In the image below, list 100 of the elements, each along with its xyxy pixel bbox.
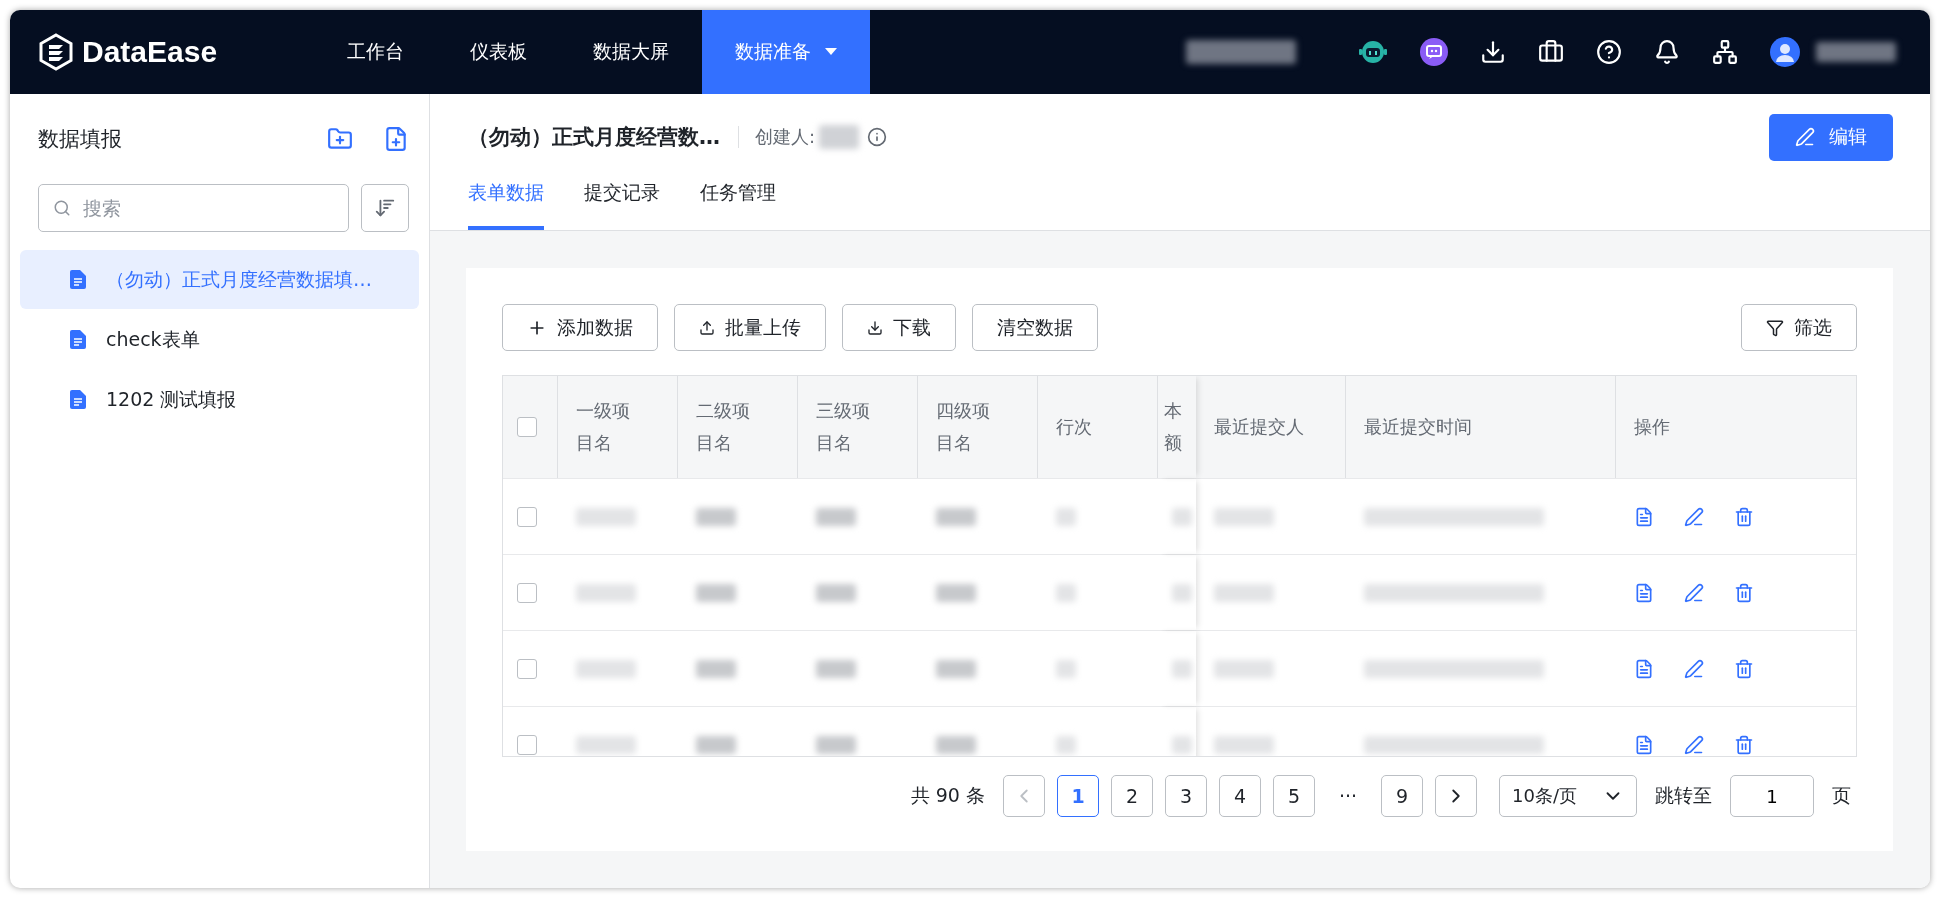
nav-item[interactable]: 数据大屏 (560, 10, 702, 94)
chat-icon[interactable] (1420, 38, 1448, 66)
delete-icon[interactable] (1734, 506, 1754, 527)
robot-icon[interactable] (1358, 39, 1388, 65)
toolbar-button[interactable]: 批量上传 (674, 304, 826, 351)
delete-icon[interactable] (1734, 582, 1754, 603)
filter-icon (1766, 318, 1784, 337)
redacted-text (576, 735, 636, 754)
redacted-text (936, 583, 976, 602)
creator-label: 创建人: (755, 125, 816, 149)
redacted-text (1056, 583, 1076, 602)
nav-item[interactable]: 工作台 (314, 10, 437, 94)
nav-item[interactable]: 仪表板 (437, 10, 560, 94)
checkbox[interactable] (517, 734, 537, 755)
jump-label: 跳转至 (1655, 783, 1712, 808)
network-icon[interactable] (1712, 39, 1738, 65)
redacted-text (576, 507, 636, 526)
avatar-icon[interactable] (1770, 37, 1800, 67)
tab[interactable]: 提交记录 (584, 180, 660, 230)
column-header: 最近提交时间 (1364, 415, 1472, 439)
sidebar-item[interactable]: check表单 (20, 310, 419, 369)
bell-icon[interactable] (1654, 39, 1680, 65)
form-title: （勿动）正式月度经营数… (468, 124, 720, 151)
checkbox[interactable] (517, 506, 537, 527)
redacted-text (819, 125, 860, 149)
page-button[interactable]: 5 (1273, 775, 1315, 817)
pencil-icon (1795, 127, 1815, 147)
page-button[interactable]: 4 (1219, 775, 1261, 817)
column-header: 行次 (1056, 415, 1092, 439)
page-button[interactable]: 9 (1381, 775, 1423, 817)
column-header: 四级项 目名 (936, 399, 990, 455)
edit-icon[interactable] (1684, 582, 1704, 603)
redacted-text (1172, 583, 1192, 602)
sort-icon (374, 197, 396, 219)
redacted-text (576, 583, 636, 602)
document-icon (70, 270, 86, 289)
column-header: 本 额 (1164, 399, 1182, 455)
redacted-text (816, 583, 856, 602)
tab[interactable]: 表单数据 (468, 180, 544, 230)
edit-button[interactable]: 编辑 (1769, 113, 1893, 161)
redacted-text (936, 507, 976, 526)
total-count: 共 90 条 (910, 783, 985, 808)
redacted-text (1214, 507, 1274, 526)
search-input[interactable]: 搜索 (81, 196, 334, 220)
redacted-text (696, 507, 736, 526)
sidebar-item[interactable]: 1202 测试填报 (20, 370, 419, 429)
edit-icon[interactable] (1684, 506, 1704, 527)
redacted-text (1172, 735, 1192, 754)
page-button[interactable]: 2 (1111, 775, 1153, 817)
info-icon[interactable] (867, 127, 888, 147)
redacted-text (816, 507, 856, 526)
download-icon[interactable] (1480, 39, 1506, 65)
folder-plus-icon[interactable] (327, 126, 353, 152)
briefcase-icon[interactable] (1538, 39, 1564, 65)
view-icon[interactable] (1634, 734, 1654, 755)
search-field[interactable]: 搜索 (38, 184, 349, 232)
document-icon (70, 390, 86, 409)
redacted-text (1172, 659, 1192, 678)
checkbox[interactable] (517, 417, 537, 437)
delete-icon[interactable] (1734, 734, 1754, 755)
page-unit: 页 (1832, 783, 1851, 808)
page-button[interactable]: 1 (1057, 775, 1099, 817)
checkbox[interactable] (517, 658, 537, 679)
edit-icon[interactable] (1684, 658, 1704, 679)
column-header: 操作 (1634, 415, 1670, 439)
redacted-text (1056, 507, 1076, 526)
view-icon[interactable] (1634, 582, 1654, 603)
column-header: 一级项 目名 (576, 399, 630, 455)
column-header: 三级项 目名 (816, 399, 870, 455)
logo-text: DataEase (82, 35, 218, 69)
next-page-button[interactable] (1435, 775, 1477, 817)
column-header: 二级项 目名 (696, 399, 750, 455)
filter-button[interactable]: 筛选 (1741, 304, 1857, 351)
view-icon[interactable] (1634, 506, 1654, 527)
logo-icon (38, 33, 74, 71)
redacted-text (696, 583, 736, 602)
toolbar-button[interactable]: 清空数据 (972, 304, 1098, 351)
redacted-text (816, 659, 856, 678)
delete-icon[interactable] (1734, 658, 1754, 679)
nav-item[interactable]: 数据准备 (702, 10, 870, 94)
checkbox[interactable] (517, 582, 537, 603)
redacted-text (1172, 507, 1192, 526)
redacted-text (1056, 659, 1076, 678)
toolbar-button[interactable]: 下载 (842, 304, 956, 351)
redacted-text (1214, 583, 1274, 602)
page-input[interactable]: 1 (1730, 775, 1814, 817)
redacted-text (936, 659, 976, 678)
help-icon[interactable] (1596, 39, 1622, 65)
tab[interactable]: 任务管理 (700, 180, 776, 230)
file-plus-icon[interactable] (383, 126, 409, 152)
toolbar-button[interactable]: 添加数据 (502, 304, 658, 351)
sort-button[interactable] (361, 184, 409, 232)
view-icon[interactable] (1634, 658, 1654, 679)
page-button[interactable]: 3 (1165, 775, 1207, 817)
sidebar-item[interactable]: （勿动）正式月度经营数据填… (20, 250, 419, 309)
sidebar-title: 数据填报 (38, 126, 123, 153)
edit-icon[interactable] (1684, 734, 1704, 755)
redacted-text (1056, 735, 1076, 754)
redacted-text (1214, 659, 1274, 678)
page-size-select[interactable]: 10条/页 (1499, 775, 1637, 817)
